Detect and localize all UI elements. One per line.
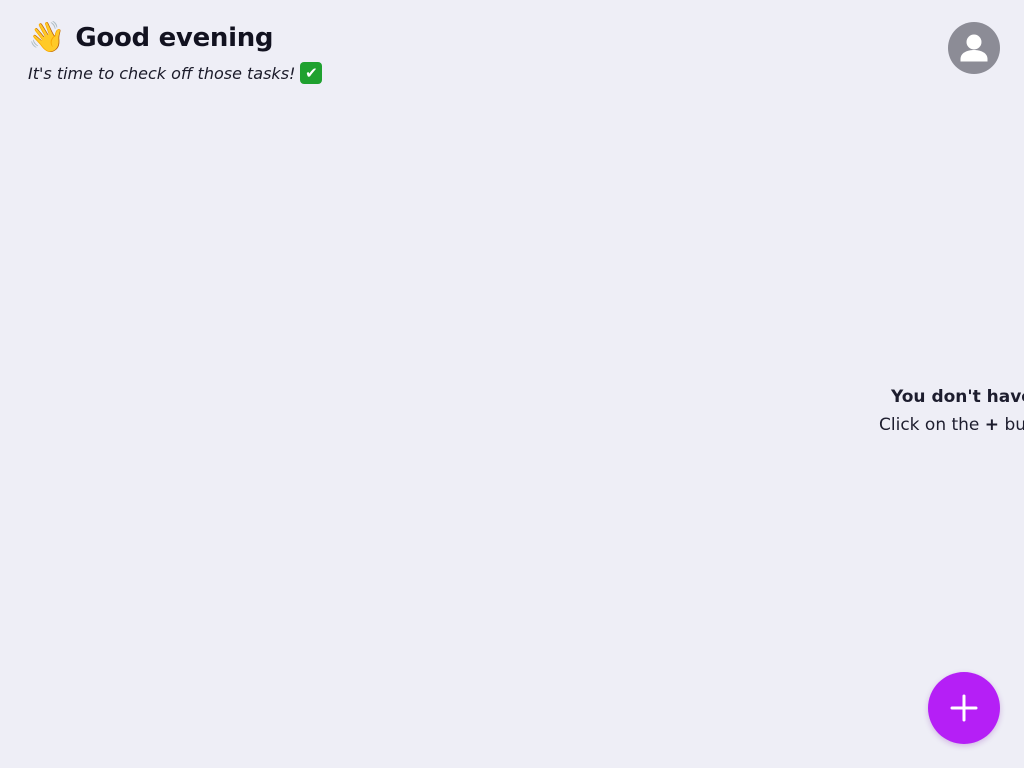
add-task-button[interactable] <box>928 672 1000 744</box>
greeting-header: 👋 Good evening It's time to check off th… <box>28 18 323 84</box>
waving-hand-icon: 👋 <box>28 20 66 55</box>
plus-icon <box>950 694 978 722</box>
greeting-title: Good evening <box>75 23 274 53</box>
empty-state-hint: Click on the + bu <box>866 412 1024 438</box>
greeting-subtitle: It's time to check off those tasks! <box>28 63 296 83</box>
empty-state-message: You don't have Click on the + bu <box>866 384 1024 438</box>
empty-state-title: You don't have <box>891 387 1024 407</box>
subtitle-row: It's time to check off those tasks! ✔ <box>28 62 323 84</box>
person-icon <box>960 34 988 62</box>
profile-avatar-button[interactable] <box>948 22 1000 74</box>
inline-plus-icon: + <box>984 415 1000 435</box>
check-mark-icon: ✔ <box>300 62 323 84</box>
empty-state-hint-suffix: bu <box>999 415 1024 435</box>
app-root: 👋 Good evening It's time to check off th… <box>0 0 1024 768</box>
greeting-row: 👋 Good evening <box>28 18 322 58</box>
empty-state-hint-prefix: Click on the <box>879 415 985 435</box>
